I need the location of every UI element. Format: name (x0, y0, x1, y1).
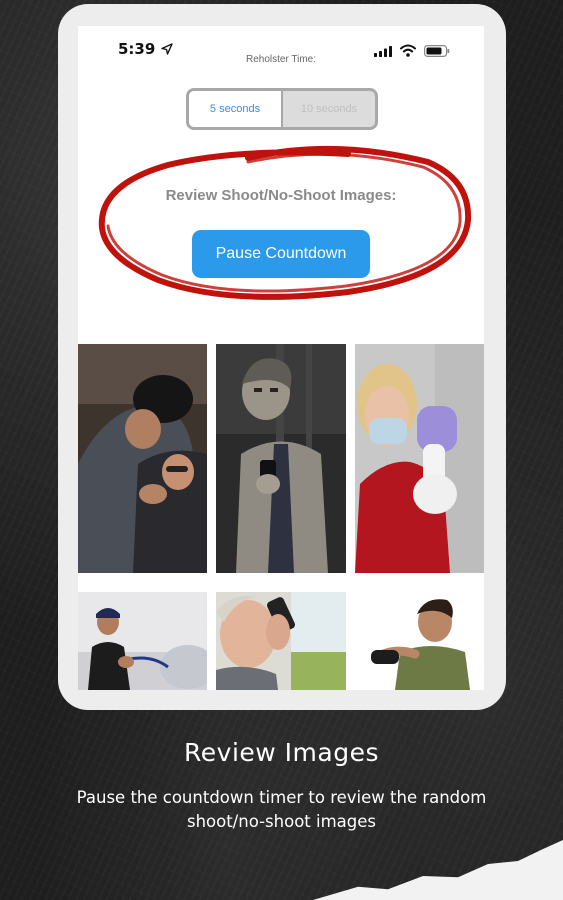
wifi-icon (400, 44, 416, 57)
review-images-label: Review Shoot/No-Shoot Images: (165, 187, 397, 204)
elderly-man-on-phone-photo (216, 592, 346, 690)
caption-body: Pause the countdown timer to review the … (76, 788, 487, 831)
battery-icon (424, 45, 450, 57)
option-5-seconds[interactable]: 5 seconds (189, 91, 283, 127)
pause-countdown-button[interactable]: Pause Countdown (192, 230, 370, 278)
zombie-with-phone-photo (216, 344, 346, 573)
caption-title: Review Images (184, 738, 379, 767)
cellular-signal-icon (374, 46, 392, 57)
phone-frame: 5:39 Reholster Time: 5 seconds 10 second… (58, 4, 506, 710)
phone-screen: 5:39 Reholster Time: 5 seconds 10 second… (78, 26, 484, 690)
masked-woman-thermometer-photo (355, 344, 484, 573)
man-with-hose-photo (78, 592, 207, 690)
torn-paper-decoration (313, 840, 563, 900)
man-with-game-controller-photo (355, 592, 484, 690)
option-10-seconds[interactable]: 10 seconds (283, 91, 375, 127)
reholster-time-selector[interactable]: 5 seconds 10 seconds (186, 88, 378, 130)
hooded-attacker-photo (78, 344, 207, 573)
status-bar: 5:39 Reholster Time: (78, 26, 484, 70)
